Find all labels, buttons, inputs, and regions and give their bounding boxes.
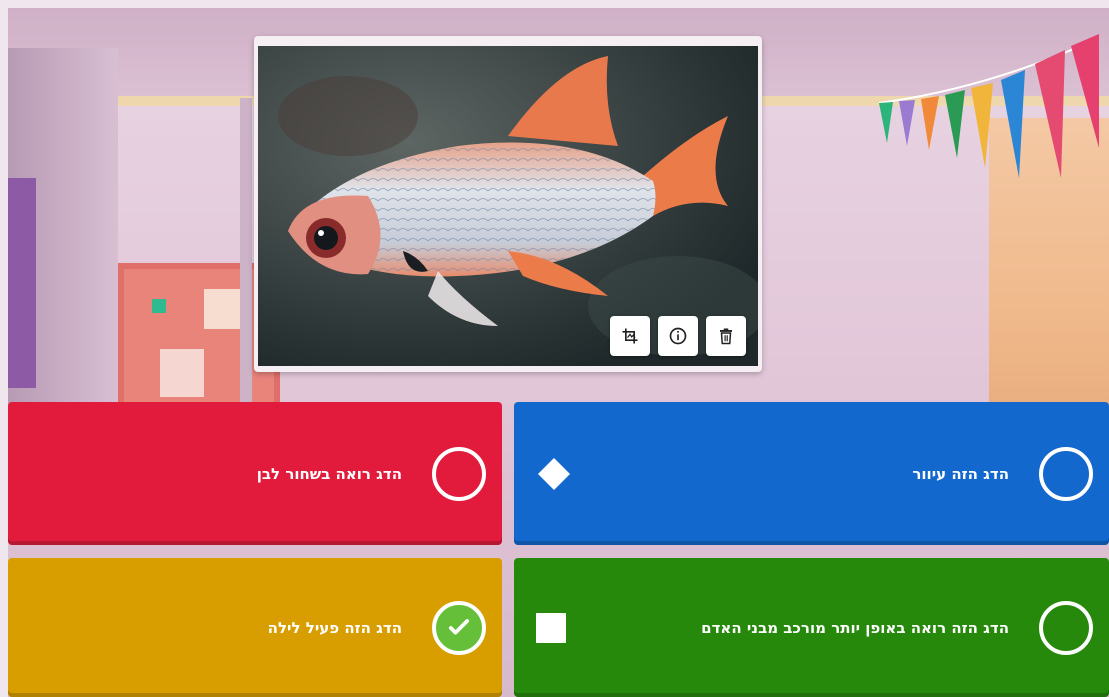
media-toolbar (610, 316, 746, 356)
crop-icon (622, 328, 638, 344)
answer-red[interactable]: הדג רואה בשחור לבן (8, 402, 502, 545)
sticky-note (152, 299, 166, 313)
answer-blue[interactable]: הדג הזה עיוור (514, 402, 1109, 545)
diamond-icon (538, 457, 570, 490)
answer-text: הדג הזה פעיל לילה (267, 618, 402, 637)
answer-text: הדג הזה רואה באופן יותר מורכב מבני האדם (701, 618, 1009, 637)
answer-select-circle[interactable] (1039, 446, 1093, 501)
delete-button[interactable] (706, 316, 746, 356)
trash-icon (720, 328, 732, 345)
question-media (254, 36, 762, 372)
sticky-note (160, 349, 204, 397)
left-window (8, 178, 36, 388)
fish-photo (258, 46, 758, 366)
crop-button[interactable] (610, 316, 650, 356)
info-icon (669, 327, 687, 345)
answer-select-circle[interactable] (1039, 600, 1093, 655)
info-button[interactable] (658, 316, 698, 356)
bunting-flags (879, 34, 1099, 178)
answer-text: הדג רואה בשחור לבן (256, 464, 402, 483)
projector-pole (240, 98, 252, 418)
checkmark-icon (448, 618, 470, 635)
answer-text: הדג הזה עיוור (912, 464, 1009, 483)
square-icon (536, 612, 566, 643)
answer-select-circle[interactable] (432, 446, 486, 501)
answer-green[interactable]: הדג הזה רואה באופן יותר מורכב מבני האדם (514, 558, 1109, 697)
answer-select-circle[interactable] (432, 600, 486, 655)
answer-yellow[interactable]: הדג הזה פעיל לילה (8, 558, 502, 697)
